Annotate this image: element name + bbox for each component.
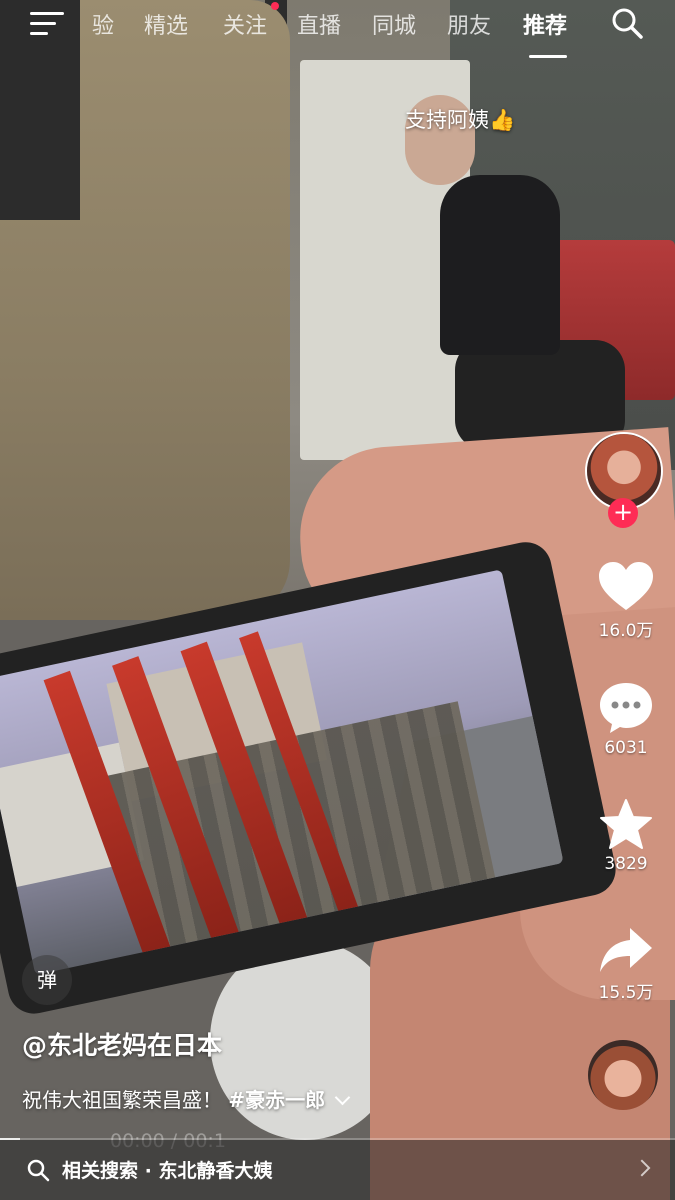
overlay-comment: 支持阿姨👍: [405, 108, 516, 132]
share-count: 15.5万: [598, 983, 654, 1003]
danmu-toggle-button[interactable]: 弹: [22, 955, 72, 1005]
tab-live[interactable]: 直播: [297, 8, 341, 40]
notification-dot: [271, 2, 279, 10]
favorite-button[interactable]: 3829: [588, 798, 664, 874]
heart-icon: [599, 562, 653, 610]
share-arrow-icon: [600, 928, 652, 972]
related-search-bar[interactable]: 相关搜索 · 东北静香大姨: [0, 1140, 675, 1200]
hashtag-link[interactable]: #豪赤一郎: [228, 1088, 325, 1112]
comment-count: 6031: [604, 738, 648, 758]
author-avatar-group: +: [585, 432, 663, 528]
chevron-down-icon[interactable]: [335, 1089, 351, 1106]
tab-recommended[interactable]: 推荐: [523, 8, 567, 40]
author-name[interactable]: @东北老妈在日本: [22, 1026, 222, 1062]
follow-button[interactable]: +: [608, 498, 638, 528]
comment-button[interactable]: 6031: [588, 680, 664, 758]
tab-partial[interactable]: 验: [92, 8, 114, 40]
like-button[interactable]: 16.0万: [588, 560, 664, 641]
search-icon: [27, 1159, 50, 1182]
music-disc-icon[interactable]: [588, 1040, 658, 1110]
top-navigation: 验 精选 关注 直播 同城 朋友 推荐: [0, 0, 675, 58]
like-count: 16.0万: [598, 621, 654, 641]
related-search-label: 相关搜索 · 东北静香大姨: [62, 1160, 273, 1182]
comment-bubble-icon: [600, 683, 652, 733]
seated-person: [440, 175, 560, 355]
caption-text: 祝伟大祖国繁荣昌盛！: [22, 1088, 222, 1112]
hamburger-menu-icon[interactable]: [30, 10, 64, 36]
share-button[interactable]: 15.5万: [588, 924, 664, 1003]
chevron-right-icon: [633, 1159, 651, 1177]
video-caption: 祝伟大祖国繁荣昌盛！ #豪赤一郎: [22, 1084, 351, 1113]
video-feed-screen: 验 精选 关注 直播 同城 朋友 推荐 支持阿姨👍 + 16.0万 6031 3…: [0, 0, 675, 1200]
favorite-count: 3829: [604, 854, 648, 874]
tab-following[interactable]: 关注: [223, 8, 267, 40]
tab-nearby[interactable]: 同城: [372, 8, 416, 40]
tab-featured[interactable]: 精选: [144, 8, 188, 40]
tab-friends[interactable]: 朋友: [447, 8, 491, 40]
search-icon[interactable]: [610, 6, 644, 40]
star-icon: [600, 799, 652, 849]
active-tab-indicator: [529, 55, 567, 58]
